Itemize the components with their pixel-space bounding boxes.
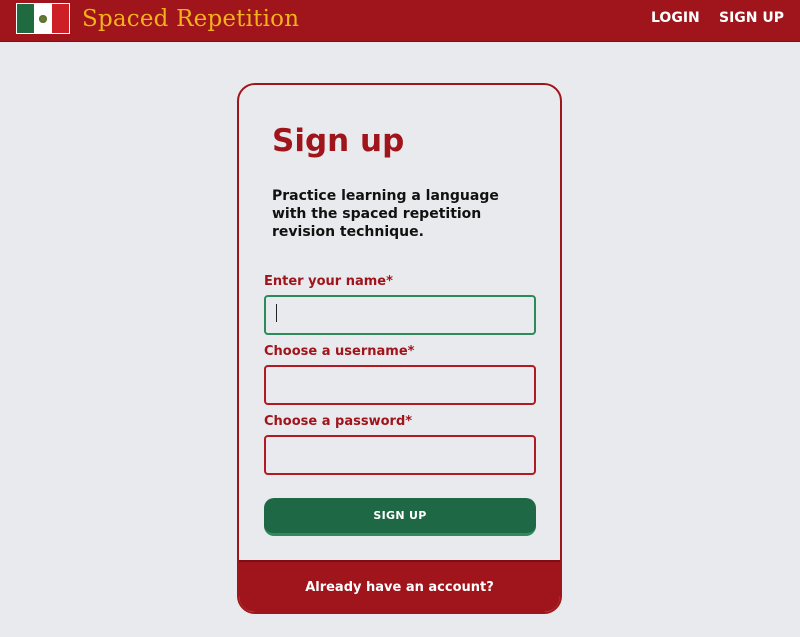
signup-card: Sign up Practice learning a language wit… bbox=[237, 83, 562, 614]
name-field-wrapper bbox=[239, 295, 560, 335]
signup-submit-button[interactable]: SIGN UP bbox=[264, 498, 536, 536]
top-nav-bar: Spaced Repetition LOGIN SIGN UP bbox=[0, 0, 800, 42]
password-field-label: Choose a password* bbox=[264, 414, 413, 429]
username-field-label: Choose a username* bbox=[264, 344, 415, 359]
username-input[interactable] bbox=[264, 365, 536, 405]
name-input[interactable] bbox=[264, 295, 536, 335]
signup-description: Practice learning a language with the sp… bbox=[272, 188, 499, 240]
text-caret bbox=[276, 304, 277, 322]
login-link[interactable]: LOGIN bbox=[651, 9, 700, 27]
card-footer: Already have an account? bbox=[239, 560, 560, 612]
mexico-flag-icon[interactable] bbox=[16, 3, 70, 34]
signup-link[interactable]: SIGN UP bbox=[719, 9, 784, 27]
already-have-account-link[interactable]: Already have an account? bbox=[305, 580, 494, 595]
password-input[interactable] bbox=[264, 435, 536, 475]
brand-title[interactable]: Spaced Repetition bbox=[82, 2, 299, 36]
page-title: Sign up bbox=[272, 123, 405, 159]
name-field-label: Enter your name* bbox=[264, 274, 393, 289]
